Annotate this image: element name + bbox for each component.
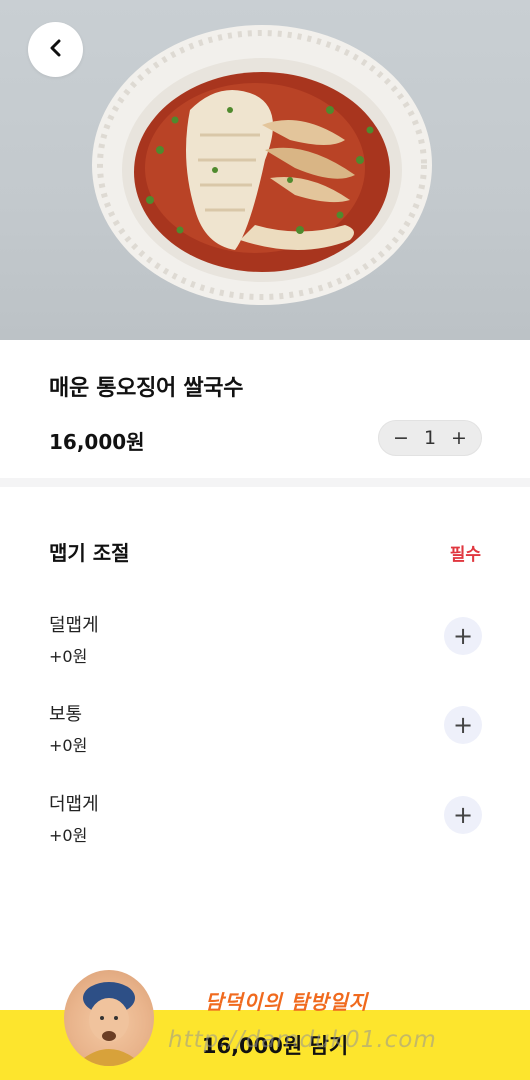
decrement-button[interactable]: − [391,427,411,449]
option-price: +0원 [49,647,88,666]
back-button[interactable] [28,22,83,77]
chevron-left-icon [48,39,64,61]
required-badge: 필수 [449,545,481,565]
add-option-button[interactable]: + [444,796,482,834]
add-option-button[interactable]: + [444,706,482,744]
option-label: 더맵게 [49,794,99,815]
option-item-normal[interactable]: 보통 +0원 + [49,700,482,760]
plus-icon: + [452,622,474,650]
option-label: 보통 [49,704,83,725]
option-price: +0원 [49,826,88,845]
watermark-url: http://damduk01.com [168,1027,437,1053]
quantity-value: 1 [423,427,437,449]
options-title: 맵기 조절 [49,541,130,565]
increment-button[interactable]: + [449,427,469,449]
product-name: 매운 통오징어 쌀국수 [49,376,244,401]
option-price: +0원 [49,736,88,755]
product-image [0,0,530,340]
watermark-title: 담덕이의 탐방일지 [205,990,369,1014]
option-label: 덜맵게 [49,615,99,636]
add-option-button[interactable]: + [444,617,482,655]
option-item-hot[interactable]: 더맵게 +0원 + [49,790,482,850]
product-info: 매운 통오징어 쌀국수 16,000원 − 1 + [0,340,530,478]
quantity-stepper: − 1 + [378,420,482,456]
plus-icon: + [452,711,474,739]
watermark-avatar [64,970,154,1066]
plus-icon: + [452,801,474,829]
section-divider [0,478,530,487]
product-price: 16,000원 [49,430,145,454]
option-item-mild[interactable]: 덜맵게 +0원 + [49,611,482,671]
